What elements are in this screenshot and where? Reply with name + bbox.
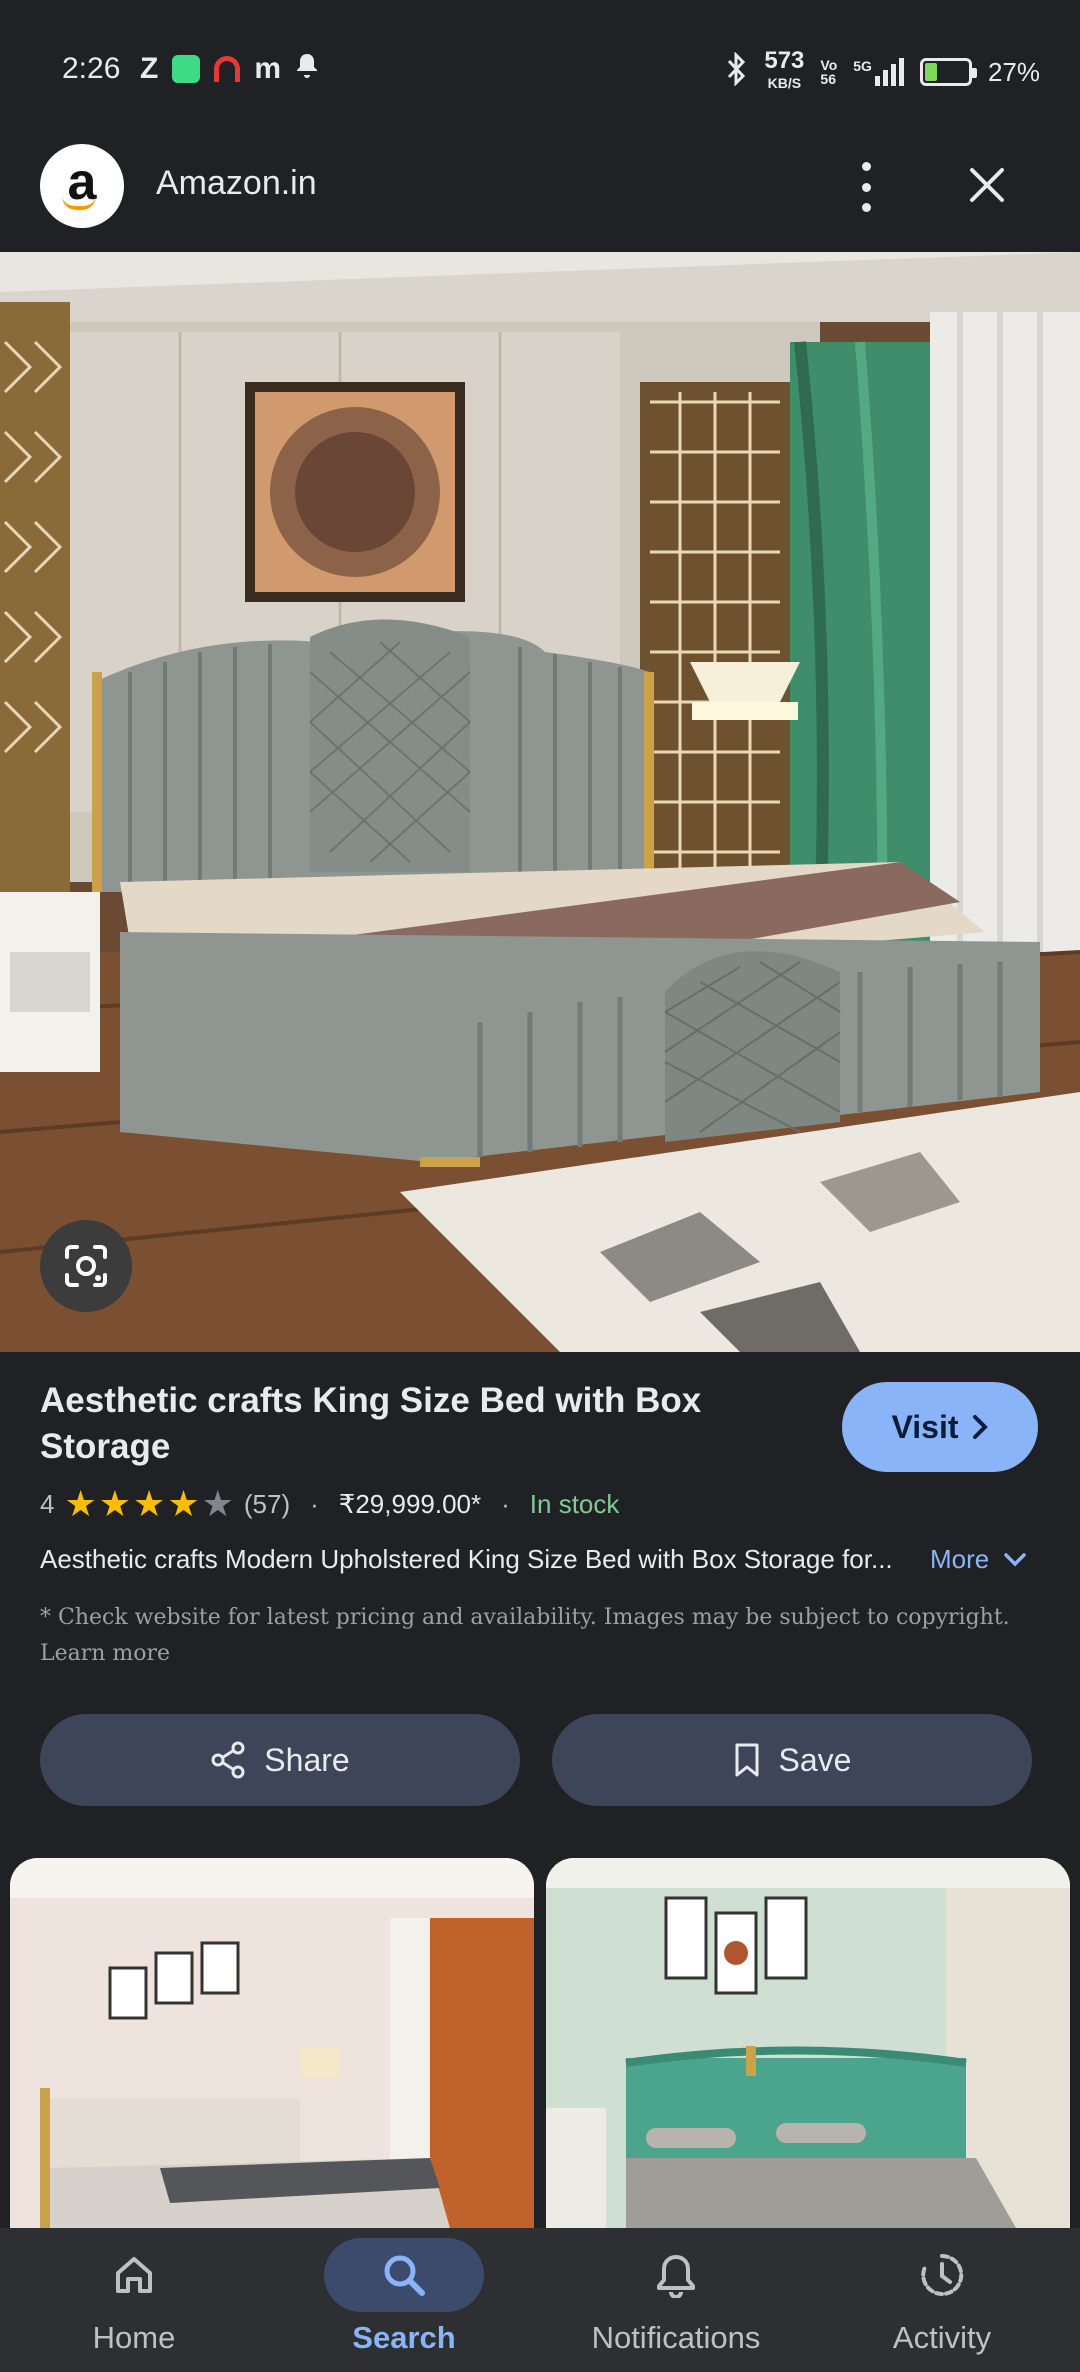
history-icon [921,2253,964,2296]
review-count: (57) [243,1488,291,1519]
bell-icon [295,52,319,86]
rating-value: 4 [40,1488,55,1519]
nav-home[interactable]: Home [14,2228,254,2372]
z-app-icon: Z [140,52,159,85]
star-icon: ★ [167,1483,200,1524]
share-icon [211,1741,245,1779]
share-label: Share [264,1741,350,1778]
bluetooth-icon [726,50,748,93]
chevron-down-icon [1004,1552,1026,1566]
star-icon: ★ [98,1483,132,1524]
volte-indicator: Vo 56 [820,57,838,87]
more-label: More [930,1544,990,1574]
nav-search[interactable]: Search [284,2228,524,2372]
visit-label: Visit [891,1408,959,1445]
related-image[interactable] [546,1858,1070,2228]
green-app-icon [172,55,201,83]
star-icon: ★ [201,1483,234,1524]
bell-icon [657,2255,695,2298]
close-icon[interactable] [962,160,1012,210]
battery-icon [919,58,977,86]
separator: · [310,1488,319,1519]
status-bar: 2:26 Z m 573 KB/S Vo 56 5G 27% [0,0,1080,140]
battery-percent: 27% [987,56,1040,87]
disclaimer[interactable]: * Check website for latest pricing and a… [40,1600,1020,1672]
system-icons: 573 KB/S Vo 56 5G 27% [726,47,1040,94]
nav-label: Activity [892,2320,992,2355]
google-lens-button[interactable] [40,1220,132,1312]
m-app-icon: m [254,52,282,85]
search-icon [384,2255,425,2296]
notification-icons: Z m [140,52,319,86]
save-button[interactable]: Save [552,1714,1032,1806]
visit-button[interactable]: Visit [842,1382,1038,1472]
product-title[interactable]: Aesthetic crafts King Size Bed with Box … [40,1378,780,1470]
separator: · [501,1488,510,1519]
home-icon [116,2257,152,2293]
nav-notifications[interactable]: Notifications [556,2228,796,2372]
result-header: a Amazon.in [0,140,1080,252]
related-image[interactable] [10,1858,534,2228]
product-description: Aesthetic crafts Modern Upholstered King… [40,1544,893,1574]
nav-label: Search [352,2320,456,2355]
save-label: Save [778,1741,852,1778]
site-name[interactable]: Amazon.in [156,164,317,203]
share-button[interactable]: Share [40,1714,520,1806]
star-icon: ★ [64,1483,97,1524]
rating-stars: ★ ★ ★ ★ ★ [64,1486,233,1522]
chevron-right-icon [972,1415,988,1439]
lens-icon [65,1245,107,1287]
nav-label: Notifications [591,2320,761,2355]
net-speed: 573 KB/S [764,47,805,92]
rating-row: 4 ★ ★ ★ ★ ★ (57) · ₹29,999.00* · In stock [40,1486,619,1522]
star-icon: ★ [133,1483,166,1524]
bed-photo [0,252,1080,1352]
price: ₹29,999.00* [338,1488,482,1519]
status-time: 2:26 [62,52,121,85]
bottom-nav: Home Search Notifications Activity [0,2228,1080,2372]
nav-activity[interactable]: Activity [822,2228,1062,2372]
battery-level [924,63,937,81]
signal-icon: 5G [853,58,904,86]
nav-label: Home [92,2320,176,2355]
stock-status: In stock [529,1488,620,1519]
bookmark-icon [735,1743,759,1777]
red-app-icon [214,56,241,82]
product-image[interactable] [0,252,1080,1352]
more-button[interactable]: More [930,1544,1027,1575]
amazon-logo-icon[interactable]: a [40,144,124,228]
more-vert-icon[interactable] [846,162,886,212]
